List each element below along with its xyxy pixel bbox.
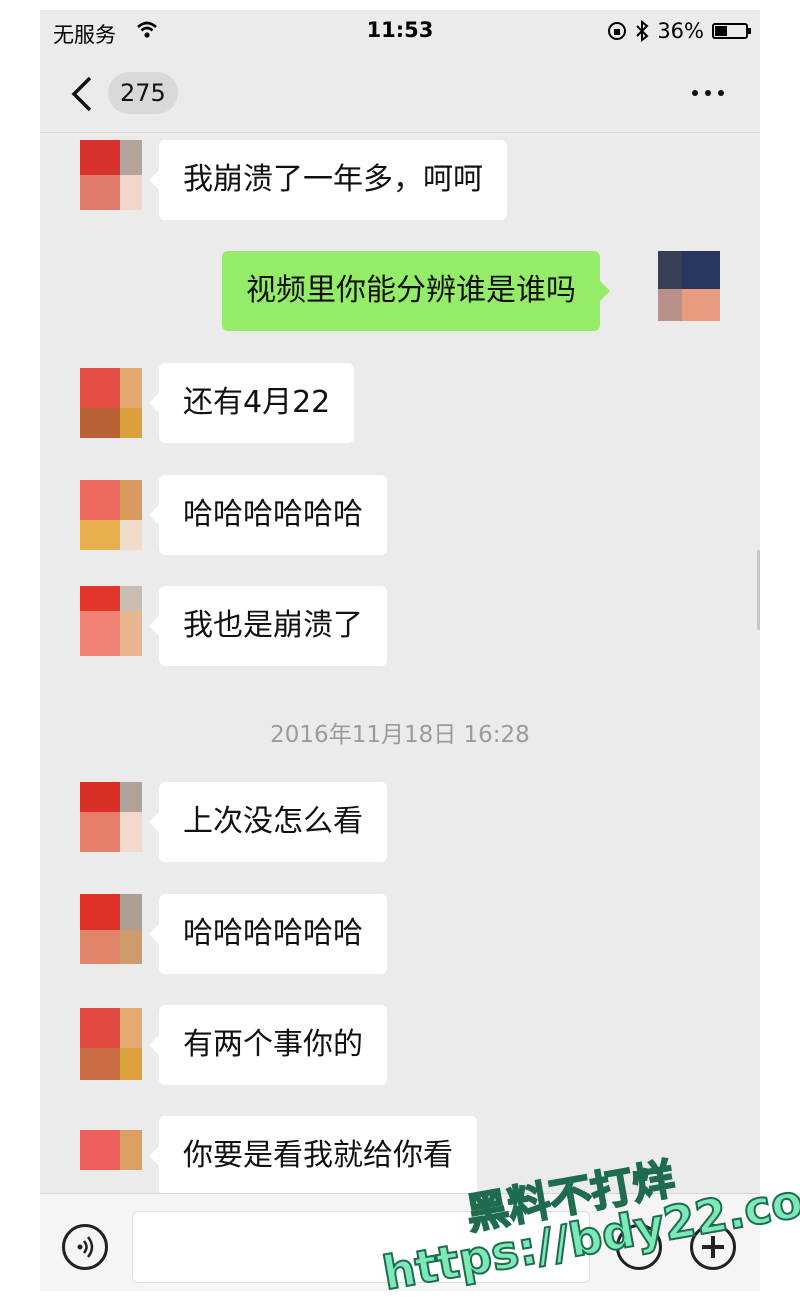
more-options-icon[interactable] <box>692 90 724 96</box>
back-chevron-icon[interactable] <box>68 76 98 112</box>
status-right: 36% <box>607 19 751 43</box>
nav-bar: 275 <box>40 52 760 133</box>
message-bubble: 我崩溃了一年多，呵呵 <box>149 140 507 220</box>
my-message-bubble: 视频里你能分辨谁是谁吗 <box>222 251 610 331</box>
message-bubble: 我也是崩溃了 <box>149 586 387 666</box>
battery-percent: 36% <box>657 19 704 43</box>
unread-count-badge[interactable]: 275 <box>108 72 178 114</box>
contact-avatar[interactable] <box>80 1130 142 1200</box>
contact-avatar[interactable] <box>80 782 142 852</box>
message-bubble: 哈哈哈哈哈哈 <box>149 894 387 974</box>
battery-icon <box>712 23 751 39</box>
status-bar: 无服务 11:53 36% <box>40 10 760 52</box>
message-bubble: 上次没怎么看 <box>149 782 387 862</box>
scrollbar[interactable] <box>757 550 760 630</box>
contact-avatar[interactable] <box>80 894 142 964</box>
message-bubble: 还有4月22 <box>148 363 355 443</box>
chat-screen: 无服务 11:53 36% 275 我崩溃了一年多，呵呵 视频里你能分辨谁是谁吗… <box>40 10 760 1291</box>
contact-avatar[interactable] <box>80 140 142 210</box>
contact-avatar[interactable] <box>80 586 142 656</box>
timestamp: 2016年11月18日 16:28 <box>270 722 530 748</box>
contact-avatar[interactable] <box>80 1008 142 1080</box>
voice-input-icon[interactable] <box>62 1224 108 1270</box>
orientation-lock-icon <box>608 22 627 40</box>
bluetooth-icon <box>636 20 649 42</box>
contact-avatar[interactable] <box>80 480 142 550</box>
message-bubble: 有两个事你的 <box>149 1005 387 1085</box>
message-bubble: 你要是看我就给你看 <box>149 1116 477 1196</box>
contact-avatar[interactable] <box>80 368 142 438</box>
message-bubble: 哈哈哈哈哈哈 <box>149 475 387 555</box>
my-avatar[interactable] <box>658 251 720 321</box>
